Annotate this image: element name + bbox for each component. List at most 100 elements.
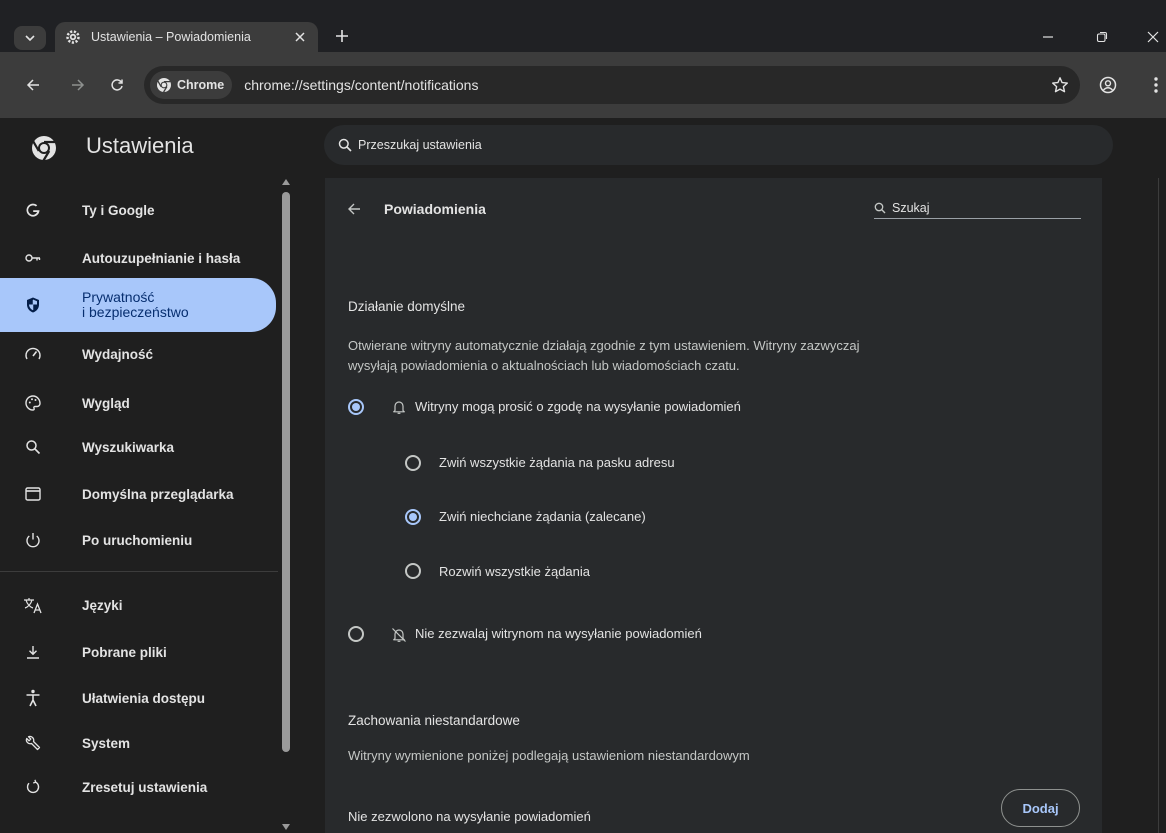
- sidebar-item-label: Zresetuj ustawienia: [82, 779, 208, 795]
- sidebar-item-system[interactable]: System: [0, 718, 276, 768]
- sidebar-item-label: Ułatwienia dostępu: [82, 690, 206, 706]
- scroll-thumb[interactable]: [282, 192, 290, 752]
- custom-behaviours-heading: Zachowania niestandardowe: [348, 713, 520, 728]
- chevron-down-icon: [25, 35, 35, 42]
- page-title: Ustawienia: [86, 133, 194, 158]
- radio-block[interactable]: [348, 626, 364, 642]
- plus-icon: [336, 30, 348, 42]
- power-icon: [22, 529, 44, 551]
- expand-all-label[interactable]: Rozwiń wszystkie żądania: [439, 564, 590, 579]
- block-label[interactable]: Nie zezwalaj witrynom na wysyłanie powia…: [415, 626, 702, 641]
- shield-icon: [22, 294, 44, 316]
- sidebar-item-label: Wyszukiwarka: [82, 439, 175, 455]
- settings-search-input[interactable]: [358, 138, 1058, 152]
- collapse-unwanted-label[interactable]: Zwiń niechciane żądania (zalecane): [439, 509, 646, 524]
- search-icon: [22, 436, 44, 458]
- palette-icon: [22, 392, 44, 414]
- settings-header: Ustawienia: [0, 118, 1166, 178]
- sidebar-item-performance[interactable]: Wydajność: [0, 329, 276, 379]
- more-vertical-icon: [1154, 77, 1158, 93]
- page-scrollbar[interactable]: [1158, 178, 1166, 833]
- reload-icon: [111, 79, 123, 91]
- back-arrow-button[interactable]: [343, 198, 365, 220]
- sidebar-item-default-browser[interactable]: Domyślna przeglądarka: [0, 469, 276, 519]
- sidebar-item-label: Autouzupełnianie i hasła: [82, 250, 241, 266]
- settings-search[interactable]: [324, 125, 1113, 165]
- chrome-logo-icon: [32, 136, 56, 162]
- sidebar-item-label: Wydajność: [82, 346, 154, 362]
- sidebar: Ty i Google Autouzupełnianie i hasła Pry…: [0, 178, 290, 833]
- profile-button[interactable]: [1095, 72, 1121, 98]
- reload-button[interactable]: [104, 72, 130, 98]
- sidebar-item-autofill[interactable]: Autouzupełnianie i hasła: [0, 233, 276, 283]
- menu-button[interactable]: [1143, 72, 1166, 98]
- arrow-right-icon: [72, 79, 85, 91]
- sidebar-item-on-startup[interactable]: Po uruchomieniu: [0, 515, 276, 565]
- forward-button[interactable]: [65, 72, 91, 98]
- default-behaviour-heading: Działanie domyślne: [348, 299, 466, 314]
- download-icon: [22, 641, 44, 663]
- site-info-chip[interactable]: Chrome: [150, 71, 233, 99]
- star-icon: [1052, 77, 1068, 93]
- browser-icon: [22, 483, 44, 505]
- bell-off-icon: [392, 628, 406, 642]
- subpage-search[interactable]: [874, 197, 1081, 219]
- restore-button[interactable]: [1087, 22, 1117, 52]
- sidebar-item-appearance[interactable]: Wygląd: [0, 378, 276, 428]
- google-icon: [22, 199, 44, 221]
- sidebar-item-label: Domyślna przeglądarka: [82, 486, 234, 502]
- sidebar-item-languages[interactable]: Języki: [0, 580, 276, 630]
- close-icon: [295, 32, 305, 42]
- reset-icon: [22, 776, 44, 798]
- sidebar-item-reset[interactable]: Zresetuj ustawienia: [0, 762, 276, 812]
- bell-icon: [393, 401, 405, 414]
- search-icon: [874, 202, 886, 213]
- sidebar-item-accessibility[interactable]: Ułatwienia dostępu: [0, 673, 276, 723]
- subpage-title: Powiadomienia: [384, 201, 486, 217]
- add-site-button[interactable]: Dodaj: [1001, 789, 1080, 827]
- chip-label: Chrome: [177, 78, 225, 92]
- back-button[interactable]: [20, 72, 46, 98]
- url-text[interactable]: chrome://settings/content/notifications: [244, 77, 1046, 93]
- sidebar-divider: [0, 571, 278, 572]
- sidebar-item-privacy[interactable]: Prywatność i bezpieczeństwo: [0, 278, 276, 332]
- sidebar-item-downloads[interactable]: Pobrane pliki: [0, 627, 276, 677]
- wrench-icon: [22, 732, 44, 754]
- active-tab[interactable]: Ustawienia – Powiadomienia: [55, 22, 318, 52]
- close-window-button[interactable]: [1138, 22, 1166, 52]
- tab-title: Ustawienia – Powiadomienia: [91, 30, 251, 44]
- sidebar-item-label: Języki: [82, 597, 123, 613]
- browser-toolbar: Chrome chrome://settings/content/notific…: [0, 52, 1166, 118]
- gauge-icon: [22, 343, 44, 365]
- close-icon: [1147, 31, 1159, 43]
- custom-behaviours-description: Witryny wymienione poniżej podlegają ust…: [348, 748, 750, 763]
- collapse-all-label[interactable]: Zwiń wszystkie żądania na pasku adresu: [439, 455, 675, 470]
- settings-card: [325, 178, 1102, 833]
- radio-expand-all[interactable]: [405, 563, 421, 579]
- minimize-button[interactable]: [1033, 22, 1063, 52]
- accessibility-icon: [22, 687, 44, 709]
- sidebar-item-search-engine[interactable]: Wyszukiwarka: [0, 422, 276, 472]
- tab-close-button[interactable]: [292, 29, 308, 45]
- sidebar-item-label: System: [82, 735, 131, 751]
- chrome-logo-icon: [157, 78, 171, 93]
- key-icon: [22, 247, 44, 269]
- tab-strip: Ustawienia – Powiadomienia: [0, 0, 1166, 52]
- allow-ask-label[interactable]: Witryny mogą prosić o zgodę na wysyłanie…: [415, 399, 741, 414]
- default-behaviour-description: Otwierane witryny automatycznie działają…: [348, 338, 860, 373]
- new-tab-button[interactable]: [330, 24, 354, 48]
- bookmark-button[interactable]: [1046, 71, 1074, 99]
- restore-icon: [1096, 31, 1108, 43]
- radio-collapse-unwanted[interactable]: [405, 509, 421, 525]
- arrow-left-icon: [348, 203, 360, 215]
- sidebar-item-you-and-google[interactable]: Ty i Google: [0, 185, 276, 235]
- sidebar-item-label: Po uruchomieniu: [82, 532, 193, 548]
- profile-icon: [1099, 76, 1117, 94]
- sidebar-item-label: Pobrane pliki: [82, 644, 167, 660]
- subpage-search-input[interactable]: [892, 200, 1062, 215]
- address-bar[interactable]: Chrome chrome://settings/content/notific…: [144, 66, 1080, 104]
- radio-allow-ask[interactable]: [348, 399, 364, 415]
- search-icon: [338, 138, 352, 152]
- tab-search-button[interactable]: [14, 26, 46, 50]
- radio-collapse-all[interactable]: [405, 455, 421, 471]
